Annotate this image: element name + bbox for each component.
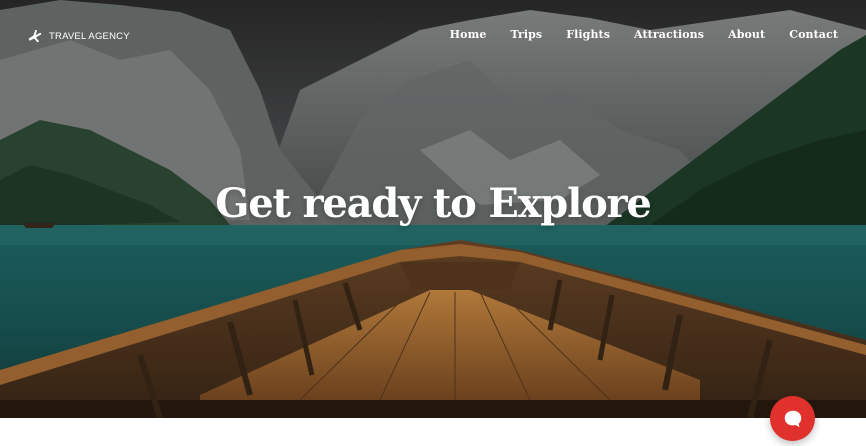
hero-section: TRAVEL AGENCY Home Trips Flights Attract… (0, 0, 866, 418)
main-navigation: Home Trips Flights Attractions About Con… (450, 26, 838, 42)
nav-item-contact[interactable]: Contact (789, 28, 838, 41)
chat-button[interactable] (770, 396, 815, 441)
hero-headline: Get ready to Explore (215, 180, 652, 227)
nav-item-trips[interactable]: Trips (510, 28, 542, 41)
brand-name: TRAVEL AGENCY (49, 30, 130, 42)
nav-item-flights[interactable]: Flights (566, 28, 610, 41)
chat-bubble-icon (784, 410, 801, 427)
nav-item-about[interactable]: About (728, 28, 765, 41)
nav-item-attractions[interactable]: Attractions (634, 28, 704, 41)
brand-logo[interactable]: TRAVEL AGENCY (26, 26, 130, 46)
nav-item-home[interactable]: Home (450, 28, 487, 41)
airplane-icon (28, 29, 42, 43)
